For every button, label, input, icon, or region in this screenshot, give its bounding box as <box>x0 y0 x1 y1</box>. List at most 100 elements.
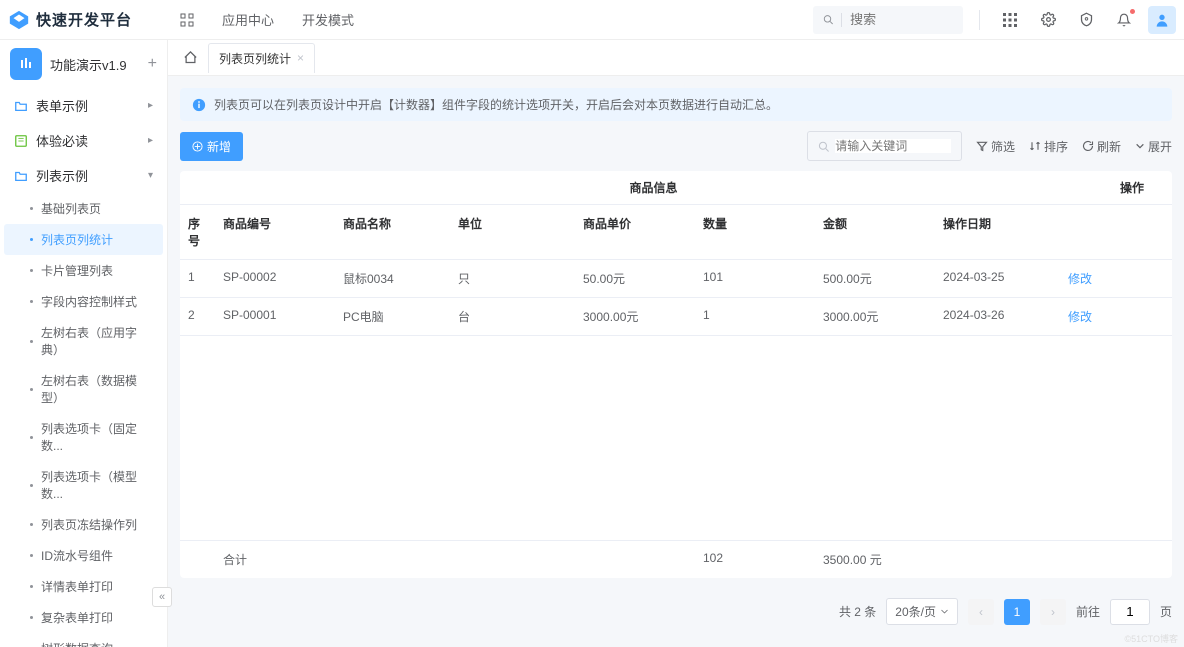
tab-close-icon[interactable]: × <box>297 51 304 65</box>
sort-button[interactable]: 排序 <box>1029 138 1068 155</box>
sidebar-item[interactable]: 列表页列统计 <box>4 224 163 255</box>
page-prev[interactable]: ‹ <box>968 599 994 625</box>
page-size-select[interactable]: 20条/页 <box>886 598 958 625</box>
col-code: 商品编号 <box>215 205 335 259</box>
search-icon <box>823 13 833 26</box>
goto-suffix: 页 <box>1160 603 1172 620</box>
header-right <box>813 6 1176 34</box>
col-date: 操作日期 <box>935 205 1060 259</box>
logo-icon <box>8 9 30 31</box>
folder-icon <box>14 169 28 183</box>
info-alert: 列表页可以在列表页设计中开启【计数器】组件字段的统计选项开关，开启后会对本页数据… <box>180 88 1172 121</box>
bullet-icon <box>30 340 33 343</box>
footer-label: 合计 <box>215 541 335 578</box>
sidebar-header: 功能演示v1.9 + <box>0 40 167 88</box>
global-search[interactable] <box>813 6 963 34</box>
goto-input[interactable] <box>1110 599 1150 625</box>
bullet-icon <box>30 269 33 272</box>
sidebar-item[interactable]: 基础列表页 <box>0 193 167 224</box>
bullet-icon <box>30 300 33 303</box>
bullet-icon <box>30 616 33 619</box>
table-row: 2SP-00001PC电脑台3000.00元13000.00元2024-03-2… <box>180 298 1172 336</box>
col-name: 商品名称 <box>335 205 450 259</box>
sidebar-add-icon[interactable]: + <box>148 55 157 73</box>
tab-home-icon[interactable] <box>176 44 204 72</box>
sidebar-item[interactable]: 列表页冻结操作列 <box>0 509 167 540</box>
sidebar-item[interactable]: 列表选项卡（模型数... <box>0 461 167 509</box>
keyword-search[interactable] <box>807 131 962 161</box>
refresh-icon <box>1082 140 1094 152</box>
col-amt: 金额 <box>815 205 935 259</box>
sidebar-app-icon <box>10 48 42 80</box>
bullet-icon <box>30 523 33 526</box>
sidebar-title: 功能演示v1.9 <box>50 55 140 74</box>
footer-qty: 102 <box>695 541 815 578</box>
bullet-icon <box>30 238 33 241</box>
group-header: 商品信息 <box>215 171 1092 204</box>
apps-grid-icon[interactable] <box>996 6 1024 34</box>
table-row: 1SP-00002鼠标0034只50.00元101500.00元2024-03-… <box>180 260 1172 298</box>
main: 列表页列统计 × 列表页可以在列表页设计中开启【计数器】组件字段的统计选项开关，… <box>168 40 1184 647</box>
nav-apps-icon[interactable] <box>180 13 194 27</box>
header-nav: 应用中心 开发模式 <box>180 10 354 29</box>
nav-dev-mode[interactable]: 开发模式 <box>302 10 354 29</box>
expand-button[interactable]: 展开 <box>1135 138 1172 155</box>
table-head: 序号 商品编号 商品名称 单位 商品单价 数量 金额 操作日期 <box>180 205 1172 260</box>
add-button[interactable]: 新增 <box>180 132 243 161</box>
app-header: 快速开发平台 应用中心 开发模式 <box>0 0 1184 40</box>
footer-amt: 3500.00 元 <box>815 541 935 578</box>
page-next[interactable]: › <box>1040 599 1066 625</box>
goto-prefix: 前往 <box>1076 603 1100 620</box>
col-op: 操作 <box>1092 171 1172 204</box>
page-total: 共 2 条 <box>839 603 876 620</box>
logo: 快速开发平台 <box>8 9 168 31</box>
edit-link[interactable]: 修改 <box>1068 272 1092 286</box>
chevron-right-icon: ▾ <box>148 170 153 181</box>
user-avatar[interactable] <box>1148 6 1176 34</box>
search-icon <box>818 140 829 153</box>
sidebar-item[interactable]: 左树右表（应用字典） <box>0 317 167 365</box>
col-qty: 数量 <box>695 205 815 259</box>
keyword-input[interactable] <box>835 139 951 153</box>
col-price: 商品单价 <box>575 205 695 259</box>
bullet-icon <box>30 585 33 588</box>
pagination: 共 2 条 20条/页 ‹ 1 › 前往 页 <box>180 588 1172 635</box>
tab-current[interactable]: 列表页列统计 × <box>208 43 315 73</box>
bell-icon[interactable] <box>1110 6 1138 34</box>
chevron-down-icon <box>940 607 949 616</box>
sidebar-item[interactable]: 左树右表（数据模型） <box>0 365 167 413</box>
menu-group[interactable]: 体验必读▸ <box>0 123 167 158</box>
sort-icon <box>1029 140 1041 152</box>
menu-group[interactable]: 列表示例▾ <box>0 158 167 193</box>
sidebar-item[interactable]: 列表选项卡（固定数... <box>0 413 167 461</box>
sidebar-item[interactable]: 字段内容控制样式 <box>0 286 167 317</box>
filter-icon <box>976 140 988 152</box>
nav-app-center[interactable]: 应用中心 <box>222 10 274 29</box>
logo-text: 快速开发平台 <box>36 9 132 30</box>
info-icon <box>192 98 206 112</box>
content: 列表页可以在列表页设计中开启【计数器】组件字段的统计选项开关，开启后会对本页数据… <box>168 76 1184 647</box>
watermark: ©51CTO博客 <box>1125 632 1178 645</box>
bullet-icon <box>30 554 33 557</box>
folder-icon <box>14 134 28 148</box>
sidebar-item[interactable]: 详情表单打印 <box>0 571 167 602</box>
edit-link[interactable]: 修改 <box>1068 310 1092 324</box>
tab-label: 列表页列统计 <box>219 50 291 67</box>
plus-icon <box>192 141 203 152</box>
sidebar-item[interactable]: 复杂表单打印 <box>0 602 167 633</box>
sidebar-item[interactable]: 卡片管理列表 <box>0 255 167 286</box>
bullet-icon <box>30 388 33 391</box>
filter-button[interactable]: 筛选 <box>976 138 1015 155</box>
table-footer: 合计 102 3500.00 元 <box>180 540 1172 578</box>
sidebar-collapse-icon[interactable]: « <box>152 587 172 607</box>
global-search-input[interactable] <box>850 12 953 27</box>
gear-icon[interactable] <box>1034 6 1062 34</box>
shield-gear-icon[interactable] <box>1072 6 1100 34</box>
menu-group[interactable]: 表单示例▸ <box>0 88 167 123</box>
sidebar-item[interactable]: ID流水号组件 <box>0 540 167 571</box>
chevron-right-icon: ▸ <box>148 100 153 111</box>
col-unit: 单位 <box>450 205 575 259</box>
sidebar-item[interactable]: 树形数据查询 <box>0 633 167 647</box>
page-current[interactable]: 1 <box>1004 599 1030 625</box>
refresh-button[interactable]: 刷新 <box>1082 138 1121 155</box>
